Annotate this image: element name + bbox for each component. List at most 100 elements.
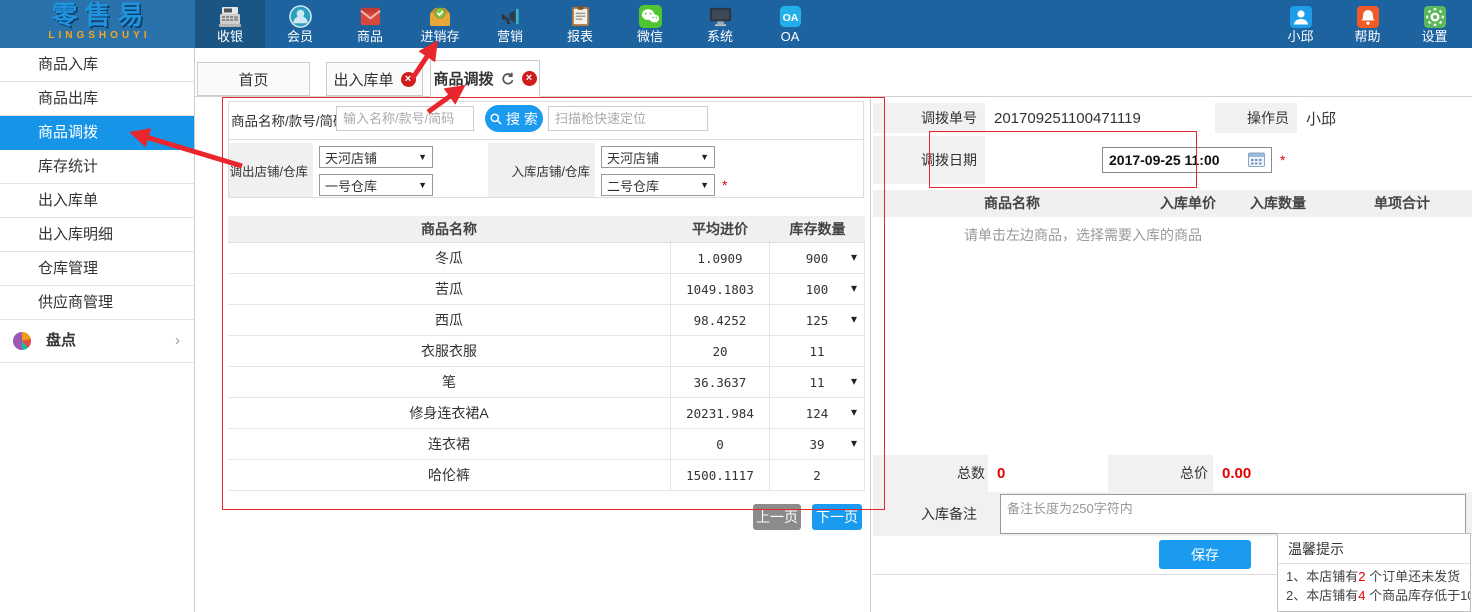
empty-table-message: 请单击左边商品，选择需要入库的商品 (873, 225, 1293, 245)
top-nav-item[interactable]: 帮助 (1334, 0, 1401, 48)
nav-label: 微信 (637, 30, 663, 44)
sidebar-item[interactable]: 商品调拨 (0, 116, 194, 150)
transfer-in-table-header: 商品名称 入库单价 入库数量 单项合计 (873, 190, 1472, 217)
stock-qty-cell: 2 ▼ (770, 460, 865, 490)
sidebar-item-label: 商品入库 (38, 56, 98, 73)
nav-label: 帮助 (1354, 30, 1380, 44)
sidebar-item[interactable]: 出入库明细 (0, 218, 194, 252)
chevron-down-icon[interactable]: ▼ (851, 284, 857, 295)
user-icon (1289, 4, 1313, 29)
avg-price-cell: 1.0909 (670, 243, 770, 273)
top-nav-item[interactable]: 进销存 (405, 0, 475, 48)
sidebar-item[interactable]: 仓库管理 (0, 252, 194, 286)
search-label: 商品名称/款号/简码 (231, 110, 347, 130)
table-row[interactable]: 连衣裙 0 39 ▼ (228, 429, 865, 460)
svg-text:OA: OA (782, 12, 798, 24)
sidebar-item-label: 盘点 (46, 320, 76, 362)
avg-price-cell: 98.4252 (670, 305, 770, 335)
top-nav-item[interactable]: 收银 (195, 0, 265, 48)
settings-icon (1423, 4, 1447, 29)
operator-label: 操作员 (1215, 103, 1297, 133)
product-name-cell: 西瓜 (228, 305, 670, 335)
next-page-button[interactable]: 下一页 (812, 504, 862, 530)
chevron-down-icon[interactable]: ▼ (851, 253, 857, 264)
top-nav-item[interactable]: 小邱 (1267, 0, 1334, 48)
order-no-value: 201709251100471119 (985, 103, 1215, 133)
col-line-total: 单项合计 (1342, 190, 1462, 217)
save-button[interactable]: 保存 (1159, 540, 1251, 569)
table-row[interactable]: 冬瓜 1.0909 900 ▼ (228, 243, 865, 274)
product-name-cell: 哈伦裤 (228, 460, 670, 490)
tips-panel: 温馨提示 1、本店铺有2 个订单还未发货 2、本店铺有4 个商品库存低于10 (1277, 533, 1471, 612)
sidebar-item[interactable]: 库存统计 (0, 150, 194, 184)
nav-label: 商品 (357, 30, 383, 44)
stock-qty-cell: 11 ▼ (770, 367, 865, 397)
inventory-icon (427, 4, 453, 29)
in-warehouse-select[interactable]: 二号仓库▼ (601, 174, 715, 196)
search-icon (490, 113, 502, 125)
sidebar-item-label: 商品出库 (38, 90, 98, 107)
stock-qty-cell: 900 ▼ (770, 243, 865, 273)
tab[interactable]: 出入库单 × (326, 62, 423, 96)
sidebar-item[interactable]: 出入库单 (0, 184, 194, 218)
top-nav-item[interactable]: 系统 (685, 0, 755, 48)
top-nav-item[interactable]: 商品 (335, 0, 405, 48)
tab-bar: 首页 × 出入库单 × 商品调拨 × (195, 48, 1472, 97)
app-title: 零售易 (0, 0, 195, 30)
tips-body: 1、本店铺有2 个订单还未发货 2、本店铺有4 个商品库存低于10 (1278, 564, 1470, 608)
sidebar-item[interactable]: 商品出库 (0, 82, 194, 116)
tab-label: 出入库单 (333, 69, 393, 90)
refresh-icon[interactable] (501, 72, 515, 86)
nav-label: 报表 (567, 30, 593, 44)
marketing-icon (498, 4, 523, 29)
search-button[interactable]: 搜 索 (485, 105, 543, 132)
table-row[interactable]: 笔 36.3637 11 ▼ (228, 367, 865, 398)
chevron-down-icon[interactable]: ▼ (851, 315, 857, 326)
prev-page-button[interactable]: 上一页 (753, 504, 801, 530)
tab-label: 商品调拨 (433, 68, 493, 89)
top-nav-item[interactable]: 营销 (475, 0, 545, 48)
close-icon[interactable]: × (522, 71, 537, 86)
required-mark: * (722, 177, 727, 193)
top-nav-item[interactable]: OA OA (755, 0, 825, 48)
search-input[interactable] (336, 106, 474, 131)
top-nav-item[interactable]: 微信 (615, 0, 685, 48)
chevron-down-icon[interactable]: ▼ (851, 408, 857, 419)
table-row[interactable]: 哈伦裤 1500.1117 2 ▼ (228, 460, 865, 491)
remark-row: 入库备注 (873, 492, 1472, 536)
tab[interactable]: 商品调拨 × (430, 60, 540, 97)
remark-textarea[interactable] (1000, 494, 1466, 534)
table-row[interactable]: 苦瓜 1049.1803 100 ▼ (228, 274, 865, 305)
nav-label: 营销 (497, 30, 523, 44)
table-row[interactable]: 西瓜 98.4252 125 ▼ (228, 305, 865, 336)
out-warehouse-select[interactable]: 一号仓库▼ (319, 174, 433, 196)
sidebar-item[interactable]: 商品入库 (0, 48, 194, 82)
sidebar-item[interactable]: 供应商管理 (0, 286, 194, 320)
top-nav-item[interactable]: 报表 (545, 0, 615, 48)
table-row[interactable]: 衣服衣服 20 11 ▼ (228, 336, 865, 367)
sidebar-item[interactable]: 盘点 › (0, 320, 194, 363)
member-icon (288, 4, 313, 29)
operator-value: 小邱 (1297, 103, 1472, 133)
oa-icon: OA (778, 4, 803, 29)
topbar: 零售易 LINGSHOUYI 收银 会员 商品 进销存 (0, 0, 1472, 48)
nav-label: 收银 (217, 30, 243, 44)
out-store-select[interactable]: 天河店铺▼ (319, 146, 433, 168)
top-nav-item[interactable]: 会员 (265, 0, 335, 48)
top-nav-item[interactable]: 设置 (1401, 0, 1468, 48)
product-table-body: 冬瓜 1.0909 900 ▼ 苦瓜 1049.1803 100 ▼ (228, 243, 865, 491)
close-icon[interactable]: × (401, 72, 416, 87)
chevron-down-icon: ▼ (418, 152, 427, 162)
chevron-down-icon[interactable]: ▼ (851, 439, 857, 450)
sidebar-item-label: 仓库管理 (38, 260, 98, 277)
transfer-date-input[interactable] (1102, 147, 1272, 173)
chevron-down-icon[interactable]: ▼ (851, 377, 857, 388)
product-table-header: 商品名称 平均进价 库存数量 (228, 216, 865, 243)
tab-label: 首页 (238, 69, 268, 90)
tab[interactable]: 首页 × (197, 62, 310, 96)
stock-qty-cell: 124 ▼ (770, 398, 865, 428)
scan-input[interactable] (548, 106, 708, 131)
calendar-icon[interactable] (1248, 152, 1265, 170)
table-row[interactable]: 修身连衣裙A 20231.984 124 ▼ (228, 398, 865, 429)
in-store-select[interactable]: 天河店铺▼ (601, 146, 715, 168)
